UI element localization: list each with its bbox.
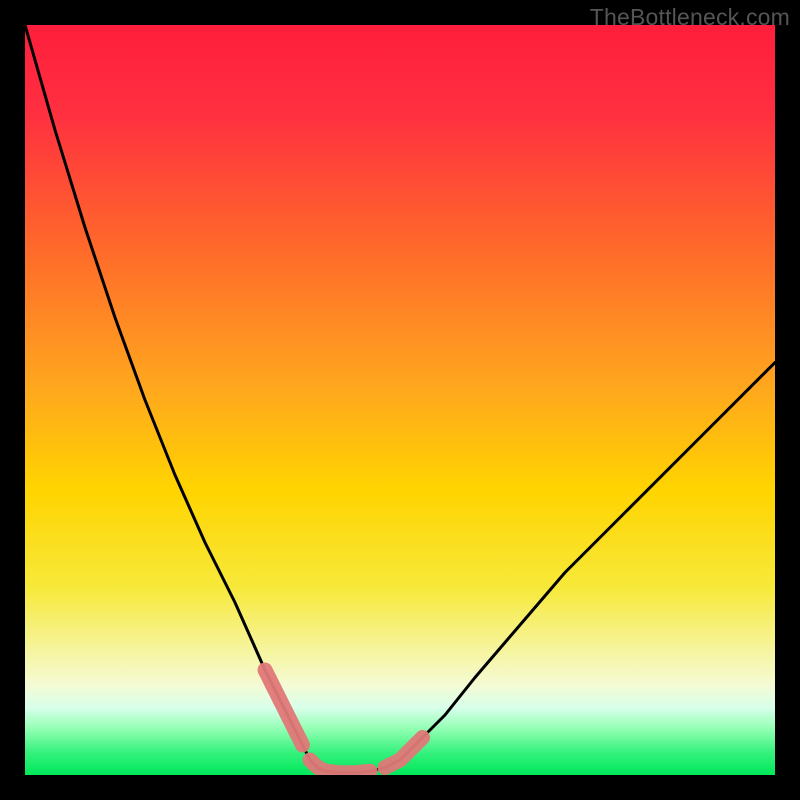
chart-plot — [25, 25, 775, 775]
chart-frame — [25, 25, 775, 775]
gradient-background — [25, 25, 775, 775]
